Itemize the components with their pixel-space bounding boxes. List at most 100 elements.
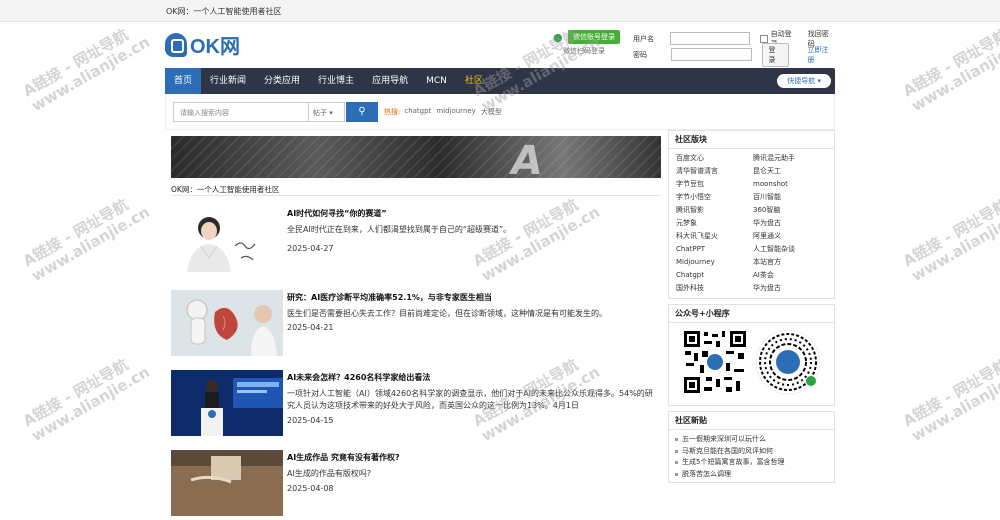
username-label: 用户名 — [633, 34, 654, 43]
hot-item[interactable]: chatgpt — [404, 107, 431, 117]
hot-searches: 热搜: chatgpt midjourney 大模型 — [384, 107, 507, 117]
bullet-icon — [675, 449, 678, 453]
watermark: A链接 - 网址导航 www.alianjie.cn — [19, 195, 153, 286]
username-field[interactable] — [669, 32, 750, 45]
article-date: 2025-04-15 — [287, 416, 334, 425]
nav-item-app-nav[interactable]: 应用导航 — [363, 68, 417, 94]
search-bar: 请输入搜索内容 帖子 ▾ ⚲ 热搜: chatgpt midjourney 大模… — [165, 94, 835, 130]
bullet-icon — [675, 461, 678, 465]
post-title[interactable]: 五一假期来深圳可以玩什么 — [682, 434, 766, 446]
article-thumbnail[interactable] — [171, 290, 283, 356]
forum-link[interactable]: 昆仑天工 — [753, 165, 833, 178]
article-thumbnail[interactable] — [171, 206, 283, 272]
search-input[interactable]: 请输入搜索内容 — [173, 102, 309, 122]
nav-item-mcn[interactable]: MCN — [417, 68, 456, 94]
article-desc: AI生成的作品有版权吗? — [287, 469, 372, 478]
post-title[interactable]: 马斯克旦能在各国的风评如何 — [682, 446, 773, 458]
forum-link[interactable]: 华为盘古 — [753, 282, 833, 295]
forum-link[interactable]: 百川智能 — [753, 191, 833, 204]
search-type-select[interactable]: 帖子 ▾ — [309, 102, 345, 122]
forum-link[interactable]: Midjourney — [676, 256, 753, 269]
forum-link[interactable]: 清华智谱清言 — [676, 165, 753, 178]
forum-link[interactable]: 百度文心 — [676, 152, 753, 165]
article-title[interactable]: AI生成作品 究竟有没有著作权? — [287, 452, 400, 463]
forum-link[interactable]: 阿里通义 — [753, 230, 833, 243]
forum-link[interactable]: 字节豆包 — [676, 178, 753, 191]
post-item[interactable]: 五一假期来深圳可以玩什么 — [675, 434, 834, 446]
article-title[interactable]: 研究：AI医疗诊断平均准确率52.1%，与非专家医生相当 — [287, 292, 492, 303]
main-nav: 首页 行业新闻 分类应用 行业博主 应用导航 MCN 社区 快捷导航 ▾ — [165, 68, 835, 94]
watermark: A链接 - 网址导航 www.alianjie.cn — [899, 195, 1000, 286]
community-links: 百度文心 腾讯混元助手 清华智谱清言 昆仑天工 字节豆包 moonshot 字节… — [669, 149, 834, 298]
forum-link[interactable]: 元梦象 — [676, 217, 753, 230]
site-logo[interactable]: OK网 — [165, 30, 240, 59]
logo-text: OK网 — [190, 36, 240, 58]
forum-link[interactable]: 腾讯智影 — [676, 204, 753, 217]
article-item[interactable]: AI时代如何寻找“你的赛道” 全民AI时代正在到来，人们都渴望找到属于自己的“超… — [171, 206, 661, 276]
site-tagline: OK网：一个人工智能使用者社区 — [166, 7, 282, 16]
community-panel: 社区版块 百度文心 腾讯混元助手 清华智谱清言 昆仑天工 字节豆包 moonsh… — [668, 130, 835, 299]
community-title: 社区版块 — [669, 131, 834, 149]
forum-link[interactable]: 人工智能杂谈 — [753, 243, 833, 256]
password-label: 密码 — [633, 50, 647, 59]
new-posts-panel: 社区新贴 五一假期来深圳可以玩什么 马斯克旦能在各国的风评如何 生成5个短篇寓言… — [668, 411, 835, 483]
search-icon: ⚲ — [358, 106, 366, 117]
article-title[interactable]: AI时代如何寻找“你的赛道” — [287, 208, 387, 219]
wechat-icon: ● — [553, 30, 563, 44]
nav-item-home[interactable]: 首页 — [165, 68, 202, 94]
article-thumbnail[interactable] — [171, 450, 283, 516]
article-desc: 一项针对人工智能（AI）领域4260名科学家的调查显示，他们对于AI的未来比公众… — [287, 389, 653, 410]
post-title[interactable]: 生成5个短篇寓言故事，富含哲理 — [682, 457, 784, 469]
qr-title: 公众号+小程序 — [669, 305, 834, 323]
forum-link[interactable]: moonshot — [753, 178, 833, 191]
banner-caption: OK网：一个人工智能使用者社区 — [171, 180, 661, 196]
password-field[interactable] — [670, 48, 752, 61]
watermark: A链接 - 网址导航 www.alianjie.cn — [899, 25, 1000, 116]
forum-link[interactable]: 科大讯飞星火 — [676, 230, 753, 243]
banner-image[interactable]: A — [171, 136, 661, 178]
post-item[interactable]: 生成5个短篇寓言故事，富含哲理 — [675, 457, 834, 469]
register-link[interactable]: 立即注册 — [807, 45, 835, 65]
nav-item-apps[interactable]: 分类应用 — [255, 68, 309, 94]
article-title[interactable]: AI未来会怎样？4260名科学家给出看法 — [287, 372, 430, 383]
forum-link[interactable]: 国外科技 — [676, 282, 753, 295]
article-desc: 医生们是否需要担心失去工作？目前尚难定论，但在诊断领域，这种情况是有可能发生的。 — [287, 309, 607, 318]
post-item[interactable]: 马斯克旦能在各国的风评如何 — [675, 446, 834, 458]
quick-nav-button[interactable]: 快捷导航 ▾ — [777, 74, 831, 88]
search-button[interactable]: ⚲ — [346, 102, 378, 122]
forum-link[interactable]: AI茶会 — [753, 269, 833, 282]
forum-link[interactable]: 本站官方 — [753, 256, 833, 269]
watermark: A链接 - 网址导航 www.alianjie.cn — [19, 355, 153, 446]
forum-link[interactable]: 字节小悟空 — [676, 191, 753, 204]
forum-link[interactable]: 腾讯混元助手 — [753, 152, 833, 165]
forum-link[interactable]: ChatPPT — [676, 243, 753, 256]
logo-head-icon — [165, 32, 187, 57]
forum-link[interactable]: 360智脑 — [753, 204, 833, 217]
wechat-login[interactable]: ● 微信账号登录 — [553, 30, 620, 44]
nav-item-community[interactable]: 社区 — [456, 68, 492, 94]
watermark: A链接 - 网址导航 www.alianjie.cn — [899, 355, 1000, 446]
hot-item[interactable]: midjourney — [436, 107, 476, 117]
wechat-scan-link[interactable]: 微信扫码登录 — [563, 46, 605, 56]
article-date: 2025-04-21 — [287, 323, 334, 332]
hot-label: 热搜: — [384, 108, 401, 116]
sidebar: 社区版块 百度文心 腾讯混元助手 清华智谱清言 昆仑天工 字节豆包 moonsh… — [668, 130, 835, 488]
post-title[interactable]: 脱落苦怎么调理 — [682, 469, 731, 481]
bullet-icon — [675, 438, 678, 442]
post-item[interactable]: 脱落苦怎么调理 — [675, 469, 834, 481]
article-desc: 全民AI时代正在到来，人们都渴望找到属于自己的“超级赛道”。 — [287, 225, 512, 234]
article-item[interactable]: 研究：AI医疗诊断平均准确率52.1%，与非专家医生相当 医生们是否需要担心失去… — [171, 290, 661, 360]
nav-item-bloggers[interactable]: 行业博主 — [309, 68, 363, 94]
hot-item[interactable]: 大模型 — [481, 107, 502, 117]
forum-link[interactable]: Chatgpt — [676, 269, 753, 282]
nav-item-news[interactable]: 行业新闻 — [201, 68, 255, 94]
wechat-login-button[interactable]: 微信账号登录 — [568, 30, 620, 44]
article-item[interactable]: AI生成作品 究竟有没有著作权? AI生成的作品有版权吗? 2025-04-08 — [171, 450, 661, 520]
miniprogram-qr-code — [755, 329, 821, 395]
login-button[interactable]: 登录 — [761, 42, 790, 67]
forum-link[interactable]: 华为盘古 — [753, 217, 833, 230]
bullet-icon — [675, 472, 678, 476]
article-thumbnail[interactable] — [171, 370, 283, 436]
article-date: 2025-04-27 — [287, 244, 334, 253]
article-item[interactable]: AI未来会怎样？4260名科学家给出看法 一项针对人工智能（AI）领域4260名… — [171, 370, 661, 440]
